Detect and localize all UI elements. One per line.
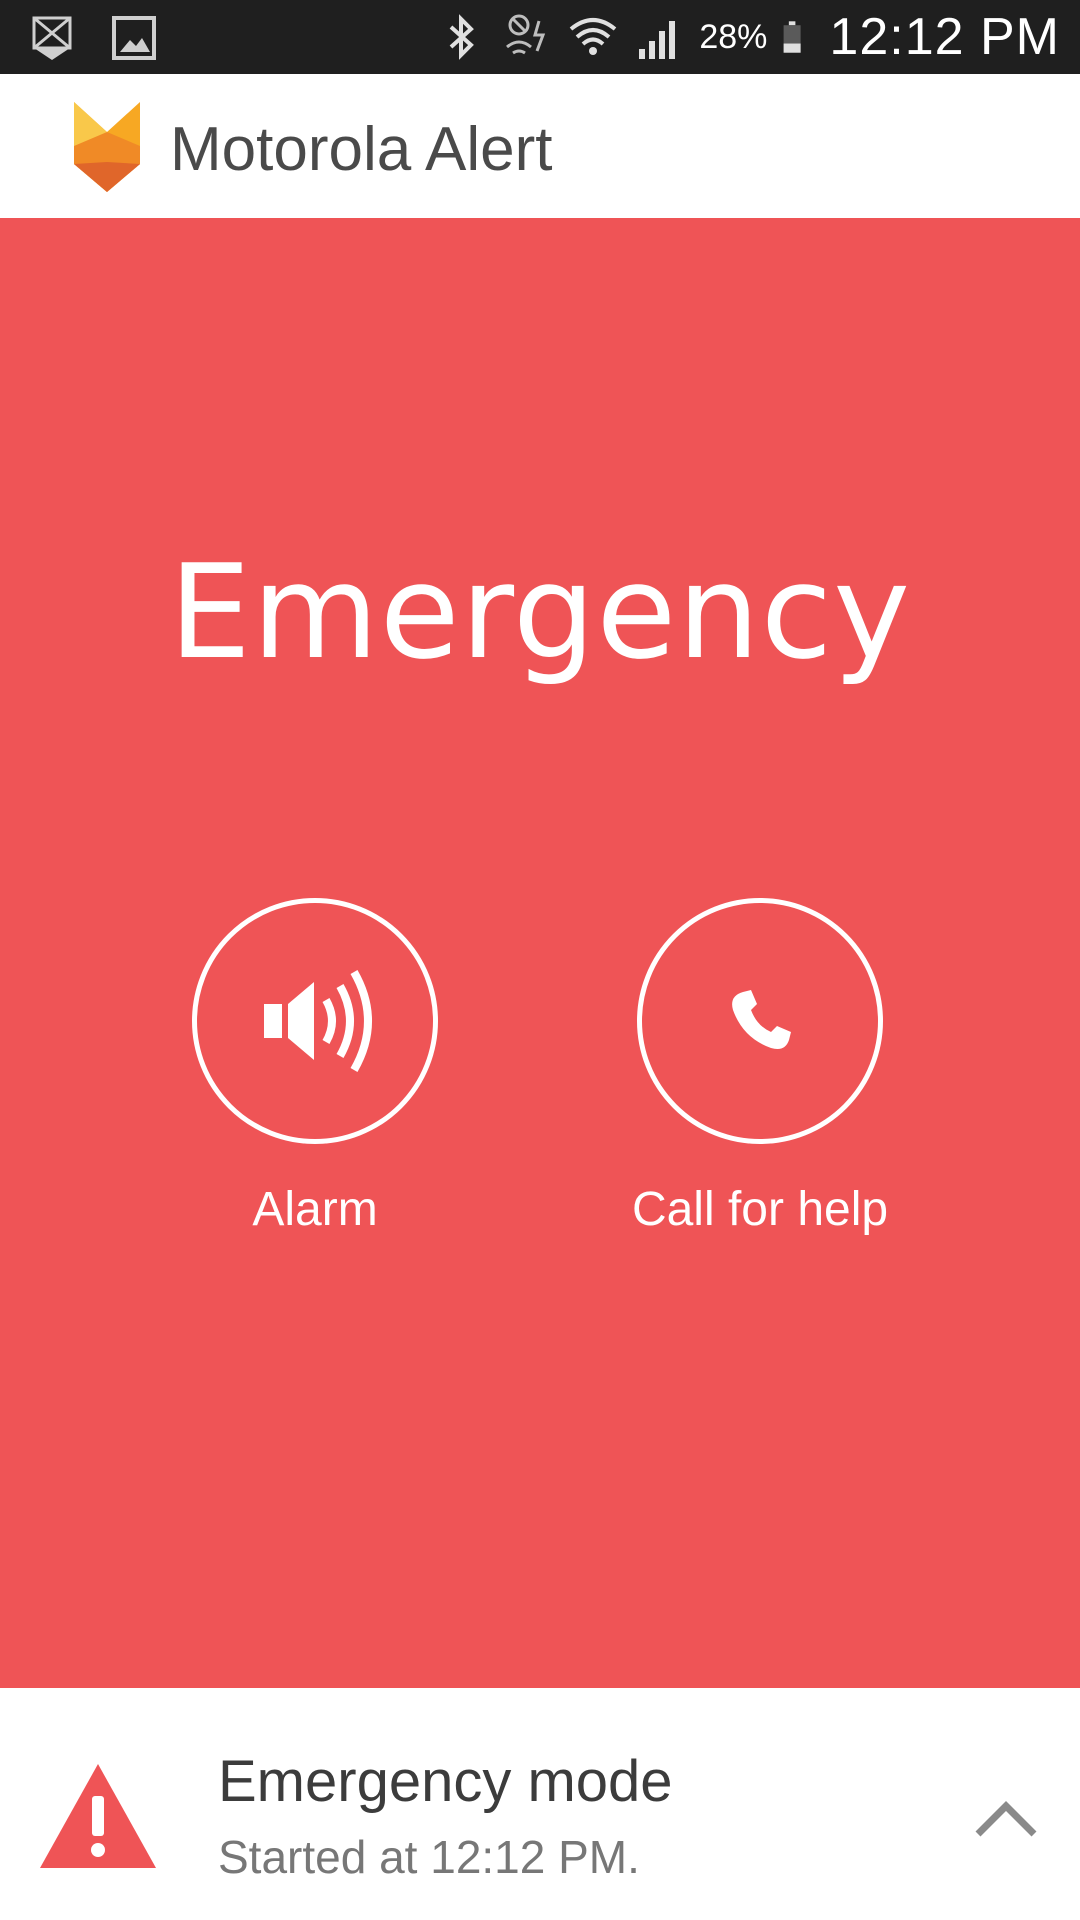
motorola-alert-icon [32,16,72,60]
speaker-icon [264,970,372,1072]
alarm-circle[interactable] [192,898,438,1144]
call-for-help-label: Call for help [631,1183,889,1236]
motorola-alert-logo-icon [74,102,140,192]
bluetooth-icon [450,14,475,60]
chevron-up-icon[interactable] [972,1796,1040,1840]
status-bar: 28% 12:12 PM [0,0,1080,74]
app-header: Motorola Alert [0,74,1080,218]
emergency-mode-title: Emergency mode [218,1749,673,1814]
emergency-mode-bar[interactable]: Emergency mode Started at 12:12 PM. [0,1688,1080,1920]
battery-icon [784,21,802,53]
emergency-title: Emergency [168,536,912,688]
wifi-icon [570,18,617,55]
warning-icon [40,1764,156,1868]
gallery-icon [112,16,156,60]
emergency-panel: Emergency Alarm Call for help [0,218,1080,1688]
emergency-mode-started: Started at 12:12 PM. [218,1831,640,1883]
battery-percent: 28% [699,17,768,56]
phone-icon [732,990,791,1049]
alarm-button[interactable]: Alarm [135,898,495,1237]
alarm-label: Alarm [252,1183,378,1236]
call-for-help-button[interactable]: Call for help [580,898,940,1237]
signal-icon [639,21,676,59]
status-time: 12:12 PM [829,8,1060,66]
call-circle[interactable] [637,898,883,1144]
app-title: Motorola Alert [170,115,553,184]
wifi-calling-icon [506,14,546,55]
screen: 28% 12:12 PM Motorola Alert Emergency Al… [0,0,1080,1920]
